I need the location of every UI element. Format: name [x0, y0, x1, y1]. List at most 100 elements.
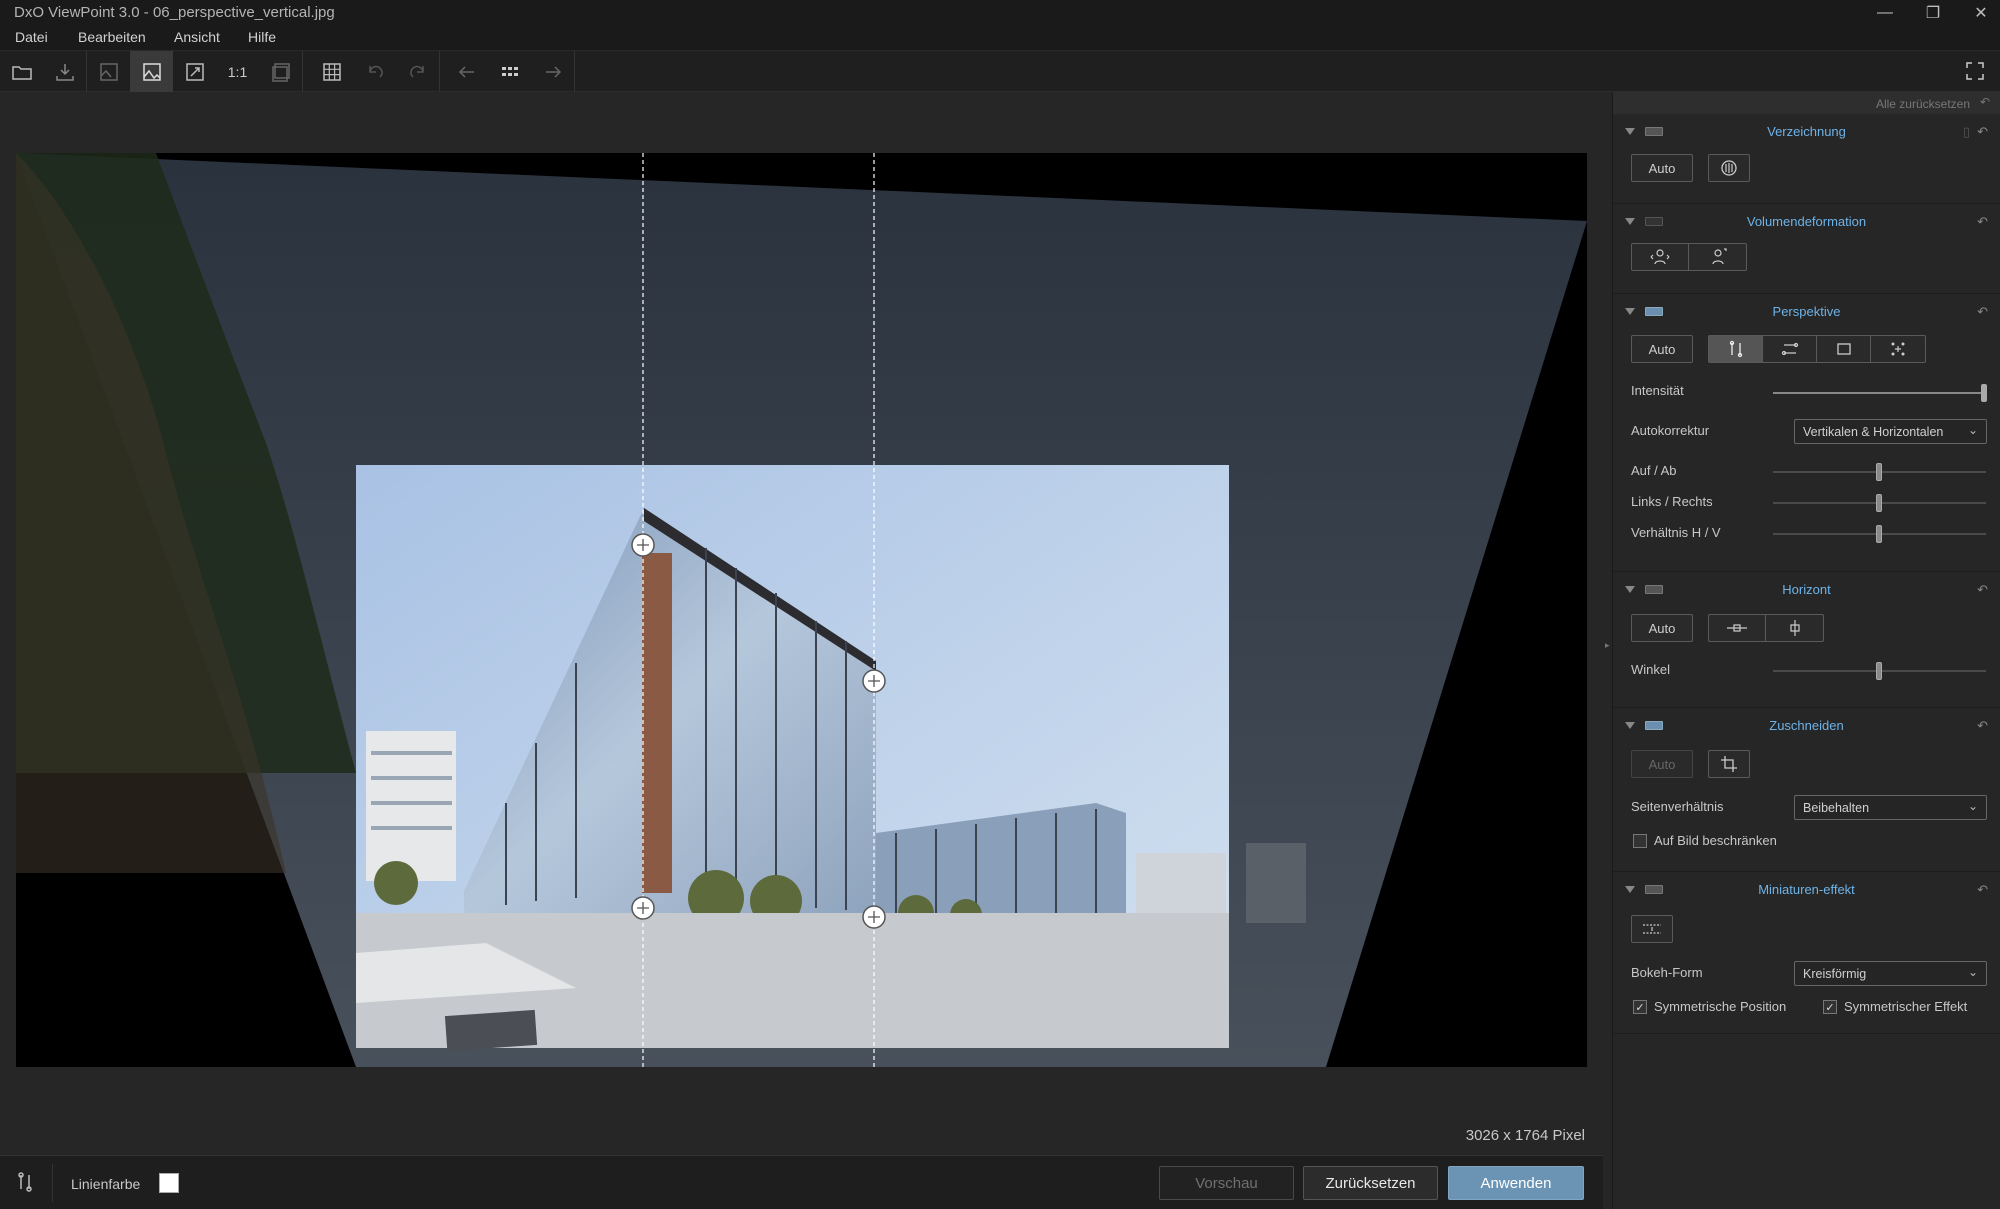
- section-header[interactable]: Verzeichnung ▯ ↶: [1613, 114, 2000, 150]
- section-header[interactable]: Horizont ↶: [1613, 572, 2000, 608]
- bokeh-select[interactable]: Kreisförmig ⌄: [1794, 961, 1987, 986]
- rectangle-icon[interactable]: [1817, 336, 1871, 362]
- preview-button[interactable]: Vorschau: [1159, 1166, 1294, 1200]
- previous-arrow-icon[interactable]: [445, 51, 488, 92]
- title-bar: DxO ViewPoint 3.0 - 06_perspective_verti…: [0, 0, 2000, 25]
- image-canvas[interactable]: 3026 x 1764 Pixel: [0, 92, 1603, 1155]
- section-volumendeformation: Volumendeformation ↶: [1613, 204, 2000, 294]
- menu-bar: Datei Bearbeiten Ansicht Hilfe: [0, 25, 2000, 51]
- eight-point-icon[interactable]: [1871, 336, 1925, 362]
- vertical-lines-icon[interactable]: [14, 1171, 36, 1198]
- auto-button[interactable]: Auto: [1631, 614, 1693, 642]
- menu-datei[interactable]: Datei: [15, 29, 48, 45]
- crop-icon[interactable]: [1708, 750, 1750, 778]
- select-value: Beibehalten: [1803, 801, 1870, 815]
- updown-slider[interactable]: [1773, 463, 1986, 481]
- restore-button[interactable]: ❐: [1910, 0, 1956, 25]
- symmetric-effect-checkbox[interactable]: ✓: [1823, 1000, 1837, 1014]
- image-view-icon[interactable]: [130, 51, 173, 92]
- undo-icon[interactable]: [353, 51, 396, 92]
- nav-tools: [445, 51, 575, 92]
- auto-button[interactable]: Auto: [1631, 335, 1693, 363]
- edit-tools: [310, 51, 440, 92]
- select-value: Vertikalen & Horizontalen: [1803, 425, 1944, 439]
- vertical-lines-icon[interactable]: [1709, 336, 1763, 362]
- intensity-slider[interactable]: [1773, 384, 1987, 402]
- section-header[interactable]: Perspektive ↶: [1613, 294, 2000, 330]
- close-button[interactable]: ✕: [1958, 0, 2000, 25]
- aspect-ratio-select[interactable]: Beibehalten ⌄: [1794, 795, 1987, 820]
- horizontal-lines-icon[interactable]: [1763, 336, 1817, 362]
- slider-thumb[interactable]: [1981, 384, 1987, 402]
- slider-thumb[interactable]: [1876, 463, 1882, 481]
- image-preview[interactable]: [16, 153, 1587, 1067]
- minimize-button[interactable]: —: [1862, 0, 1908, 25]
- section-title: Horizont: [1782, 582, 1831, 597]
- compare-icon[interactable]: [259, 51, 302, 92]
- menu-bearbeiten[interactable]: Bearbeiten: [78, 29, 146, 45]
- restrict-checkbox[interactable]: [1633, 834, 1647, 848]
- panel-splitter[interactable]: ▸: [1603, 92, 1612, 1209]
- lens-profile-icon[interactable]: [1708, 154, 1750, 182]
- leftright-label: Links / Rechts: [1631, 494, 1713, 509]
- thumbnails-icon[interactable]: [488, 51, 531, 92]
- symmetric-position-label: Symmetrische Position: [1654, 999, 1787, 1014]
- tilt-shift-icon[interactable]: [1631, 915, 1673, 943]
- file-tools: [0, 51, 87, 92]
- horizon-mode-segment: [1708, 614, 1824, 642]
- export-icon[interactable]: [43, 51, 86, 92]
- horizon-level-icon[interactable]: [1709, 615, 1766, 641]
- apply-button[interactable]: Anwenden: [1448, 1166, 1584, 1200]
- angle-slider[interactable]: [1773, 662, 1986, 680]
- fit-screen-icon[interactable]: [173, 51, 216, 92]
- ratio-slider[interactable]: [1773, 525, 1986, 543]
- section-miniatur: Miniaturen-effekt ↶ Bokeh-Form Kreisförm…: [1613, 872, 2000, 1034]
- reset-all-icon[interactable]: ↶: [1980, 95, 1990, 109]
- menu-ansicht[interactable]: Ansicht: [174, 29, 220, 45]
- redo-icon[interactable]: [396, 51, 439, 92]
- reset-icon[interactable]: ↶: [1977, 304, 1988, 320]
- person-diagonal-icon[interactable]: [1689, 244, 1746, 270]
- autocorrect-label: Autokorrektur: [1631, 423, 1710, 438]
- reset-icon[interactable]: ↶: [1977, 124, 1988, 140]
- reset-button[interactable]: Zurücksetzen: [1303, 1166, 1438, 1200]
- chevron-down-icon: ⌄: [1967, 965, 1978, 979]
- reset-icon[interactable]: ↶: [1977, 718, 1988, 734]
- slider-thumb[interactable]: [1876, 494, 1882, 512]
- reset-icon[interactable]: ↶: [1977, 214, 1988, 230]
- updown-label: Auf / Ab: [1631, 463, 1677, 478]
- fullscreen-icon[interactable]: [1964, 60, 1986, 87]
- restrict-label: Auf Bild beschränken: [1654, 833, 1777, 848]
- building-column: [642, 553, 672, 893]
- zoom-1to1-button[interactable]: 1:1: [216, 51, 259, 92]
- symmetric-effect-label: Symmetrischer Effekt: [1844, 999, 1968, 1014]
- autocorrect-select[interactable]: Vertikalen & Horizontalen ⌄: [1794, 419, 1987, 444]
- line-color-swatch[interactable]: [159, 1173, 179, 1193]
- open-folder-icon[interactable]: [0, 51, 43, 92]
- section-header[interactable]: Volumendeformation ↶: [1613, 204, 2000, 240]
- reset-icon[interactable]: ↶: [1977, 882, 1988, 898]
- person-horizontal-icon[interactable]: [1632, 244, 1689, 270]
- bokeh-label: Bokeh-Form: [1631, 965, 1703, 980]
- auto-button[interactable]: Auto: [1631, 154, 1693, 182]
- next-arrow-icon[interactable]: [531, 51, 574, 92]
- section-title: Verzeichnung: [1767, 124, 1846, 139]
- section-title: Perspektive: [1772, 304, 1841, 319]
- zoom-label: 1:1: [227, 63, 248, 80]
- reset-all-link[interactable]: Alle zurücksetzen: [1876, 97, 1970, 111]
- horizon-vertical-icon[interactable]: [1766, 615, 1823, 641]
- section-header[interactable]: Miniaturen-effekt ↶: [1613, 872, 2000, 908]
- toolbar: 1:1: [0, 51, 2000, 92]
- slider-thumb[interactable]: [1876, 662, 1882, 680]
- line-color-label: Linienfarbe: [71, 1176, 141, 1192]
- before-after-icon[interactable]: [87, 51, 130, 92]
- trash-icon[interactable]: ▯: [1963, 124, 1970, 140]
- symmetric-position-checkbox[interactable]: ✓: [1633, 1000, 1647, 1014]
- menu-hilfe[interactable]: Hilfe: [248, 29, 276, 45]
- reset-icon[interactable]: ↶: [1977, 582, 1988, 598]
- grid-icon[interactable]: [310, 51, 353, 92]
- slider-thumb[interactable]: [1876, 525, 1882, 543]
- auto-button[interactable]: Auto: [1631, 750, 1693, 778]
- section-header[interactable]: Zuschneiden ↶: [1613, 708, 2000, 744]
- leftright-slider[interactable]: [1773, 494, 1986, 512]
